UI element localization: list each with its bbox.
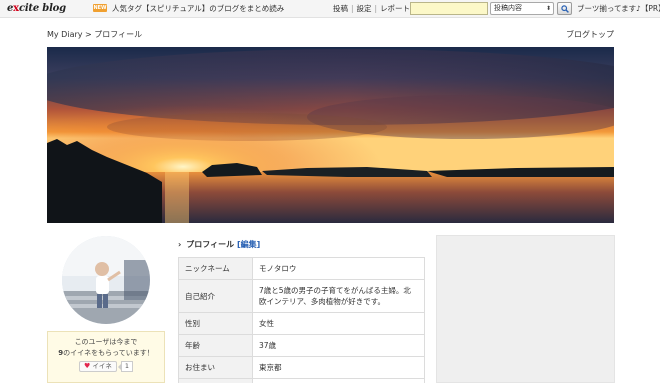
like-button[interactable]: ♥ イイネ [79, 361, 117, 372]
table-row: 自己紹介 7歳と5歳の男子の子育てをがんばる主婦。北欧インテリア、多肉植物が好き… [178, 279, 425, 313]
top-bar: excite blog NEW 人気タグ【スピリチュアル】のブログをまとめ読み … [0, 0, 660, 18]
excite-blog-logo[interactable]: excite blog [7, 3, 66, 14]
blog-top-link[interactable]: ブログトップ [566, 29, 614, 40]
row-key: ニックネーム [178, 257, 253, 280]
heart-icon: ♥ [84, 362, 91, 370]
row-value: 37歳 [252, 334, 425, 357]
row-value: 東京都 [252, 356, 425, 379]
row-value [252, 378, 425, 383]
row-key [178, 378, 253, 383]
nav-report-link[interactable]: レポート [380, 4, 410, 13]
nav-settings-link[interactable]: 設定 [357, 4, 372, 13]
like-summary-line1: このユーザは今まで [74, 338, 138, 346]
header-banner-image [47, 47, 614, 223]
chevron-right-icon: › [178, 240, 182, 249]
like-summary-line2: 9のイイネをもらっています！ [58, 349, 154, 357]
search-input[interactable] [410, 2, 488, 15]
promo-link[interactable]: 人気タグ【スピリチュアル】のブログをまとめ読み [112, 3, 284, 14]
sidebar-ad-area [436, 235, 615, 383]
new-badge: NEW [93, 4, 107, 12]
table-row: ニックネーム モノタロウ [178, 257, 425, 280]
search-scope-select[interactable]: 投稿内容 ⬍ [490, 2, 554, 15]
select-arrows-icon: ⬍ [545, 5, 551, 12]
row-key: 性別 [178, 312, 253, 335]
like-summary-box: このユーザは今まで 9のイイネをもらっています！ ♥ イイネ 1 [47, 331, 165, 383]
row-key: 自己紹介 [178, 279, 253, 313]
row-value: 女性 [252, 312, 425, 335]
table-row: 性別 女性 [178, 312, 425, 335]
row-value: 7歳と5歳の男子の子育てをがんばる主婦。北欧インテリア、多肉植物が好きです。 [252, 279, 425, 313]
profile-table: ニックネーム モノタロウ 自己紹介 7歳と5歳の男子の子育てをがんばる主婦。北欧… [178, 257, 425, 383]
edit-profile-link[interactable]: [編集] [237, 240, 260, 249]
pr-link[interactable]: ブーツ揃ってます♪【PR】 [577, 3, 660, 14]
table-row: お住まい 東京都 [178, 356, 425, 379]
table-row [178, 378, 425, 383]
nav-post-link[interactable]: 投稿 [333, 4, 348, 13]
profile-heading: › プロフィール [編集] [178, 239, 260, 250]
avatar[interactable] [62, 236, 150, 324]
table-row: 年齢 37歳 [178, 334, 425, 357]
search-scope-value: 投稿内容 [494, 4, 522, 12]
row-key: 年齢 [178, 334, 253, 357]
search-icon [561, 5, 569, 13]
row-value: モノタロウ [252, 257, 425, 280]
like-count: 1 [117, 361, 133, 372]
search-button[interactable] [557, 2, 572, 15]
breadcrumb[interactable]: My Diary > プロフィール [47, 29, 142, 40]
profile-title: プロフィール [186, 240, 235, 249]
top-nav: 投稿 | 設定 | レポート [333, 4, 411, 13]
row-key: お住まい [178, 356, 253, 379]
